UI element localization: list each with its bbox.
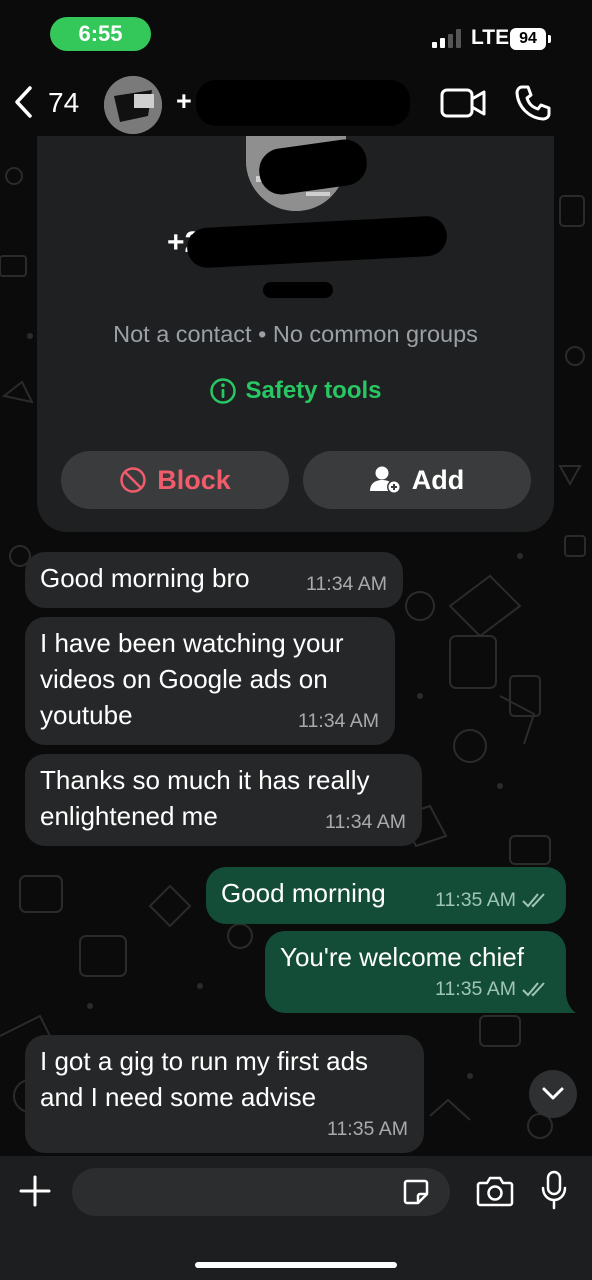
signal-strength-icon xyxy=(432,29,461,48)
read-receipt-icon xyxy=(522,982,545,997)
redaction-mark xyxy=(196,80,410,126)
network-type: LTE xyxy=(471,26,510,49)
incoming-message-bubble[interactable]: Thanks so much it has really enlightened… xyxy=(25,754,422,846)
message-input[interactable] xyxy=(72,1168,450,1216)
home-indicator xyxy=(195,1262,397,1268)
status-time: 6:55 xyxy=(50,17,151,51)
sticker-icon[interactable] xyxy=(402,1178,430,1206)
status-bar: 6:55 LTE 94 xyxy=(0,0,592,70)
block-button[interactable]: Block xyxy=(61,451,289,509)
contact-info-card: +23 - Not a contact • No common groups S… xyxy=(37,136,554,532)
read-receipt-icon xyxy=(522,893,545,908)
block-icon xyxy=(120,467,146,493)
safety-tools-label: Safety tools xyxy=(245,377,382,404)
add-button-label: Add xyxy=(411,464,465,495)
incoming-message-bubble[interactable]: I have been watching your videos on Goog… xyxy=(25,617,395,745)
incoming-message-bubble[interactable]: I got a gig to run my first ads and I ne… xyxy=(25,1035,424,1153)
camera-icon[interactable] xyxy=(476,1175,514,1207)
contact-avatar[interactable] xyxy=(104,76,162,134)
battery-tip xyxy=(548,35,551,43)
message-time: 11:35 AM xyxy=(435,889,516,911)
plus-icon[interactable] xyxy=(18,1174,52,1208)
outgoing-message-bubble[interactable]: You're welcome chief 11:35 AM xyxy=(265,931,566,1013)
chat-header: 74 + xyxy=(0,70,592,136)
info-icon xyxy=(210,378,237,404)
bubble-tail xyxy=(560,993,576,1013)
message-time: 11:35 AM xyxy=(327,1118,408,1140)
add-person-icon xyxy=(369,466,401,494)
battery-level: 94 xyxy=(519,30,537,47)
contact-name[interactable]: + xyxy=(176,86,192,117)
scroll-to-bottom-button[interactable] xyxy=(529,1070,577,1118)
message-time: 11:34 AM xyxy=(306,573,387,595)
safety-tools-link[interactable]: Safety tools xyxy=(37,377,554,405)
message-text: You're welcome chief xyxy=(280,942,524,972)
redaction-mark xyxy=(186,215,448,269)
avatar-image xyxy=(104,76,162,134)
add-contact-button[interactable]: Add xyxy=(303,451,531,509)
back-chevron-icon[interactable] xyxy=(10,84,38,120)
redaction-mark xyxy=(263,282,333,298)
message-time: 11:34 AM xyxy=(325,811,406,833)
incoming-message-bubble[interactable]: Good morning bro 11:34 AM xyxy=(25,552,403,608)
phone-call-icon[interactable] xyxy=(514,84,552,122)
unread-count[interactable]: 74 xyxy=(48,87,79,119)
outgoing-message-bubble[interactable]: Good morning 11:35 AM xyxy=(206,867,566,924)
video-call-icon[interactable] xyxy=(440,86,486,120)
message-text: I got a gig to run my first ads and I ne… xyxy=(40,1046,369,1112)
message-time: 11:35 AM xyxy=(435,978,516,1000)
chevron-down-icon xyxy=(542,1087,564,1100)
microphone-icon[interactable] xyxy=(540,1170,568,1210)
block-button-label: Block xyxy=(157,464,231,495)
contact-status-text: Not a contact • No common groups xyxy=(113,321,478,347)
battery-icon: 94 xyxy=(510,28,546,50)
message-time: 11:34 AM xyxy=(298,710,379,732)
